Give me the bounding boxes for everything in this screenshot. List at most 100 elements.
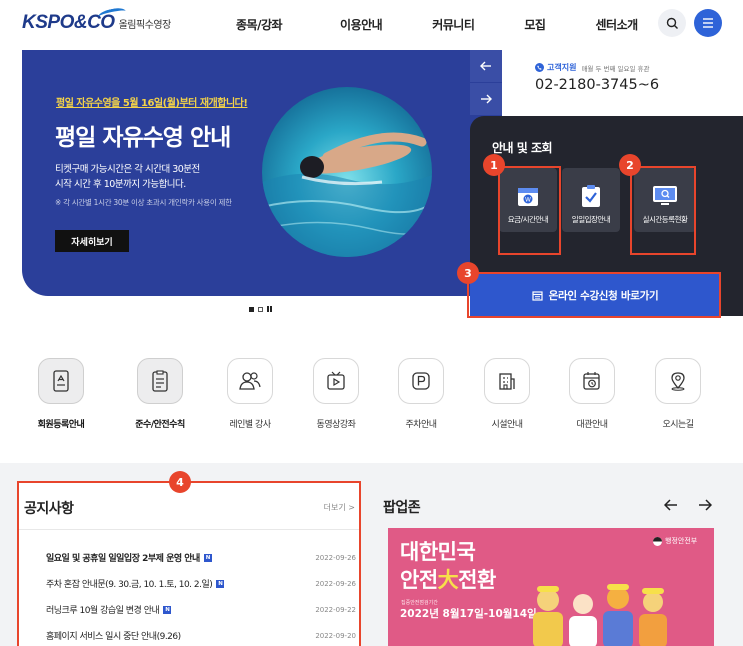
quick-item-membership[interactable]: 회원등록안내 [21,358,101,430]
tile-fee-time[interactable]: W 요금/시간안내 [499,168,557,232]
header: KSPO&CO 올림픽수영장 종목/강좌 이용안내 커뮤니티 모집 센터소개 [0,0,743,50]
popup-zone-title: 팝업존 [383,500,421,516]
logo[interactable]: KSPO&CO 올림픽수영장 [22,6,172,34]
info-panel-title: 안내 및 조회 [492,141,553,155]
notice-row[interactable]: 홈페이지 서비스 일시 중단 안내(9.26) 2022-09-20 [46,629,356,643]
swimmer-photo [262,87,432,257]
new-badge: N [216,579,225,588]
contact-note: 매월 두 번째 일요일 휴관 [581,64,650,73]
hero-prev-button[interactable] [470,50,502,82]
nav-item-about[interactable]: 센터소개 [595,16,638,33]
popup-image-line1: 대한민국 [400,540,476,564]
quick-label: 준수/안전수칙 [135,420,185,430]
popup-banner-image[interactable]: 대한민국 안전大전환 집중안전점검기간 2022년 8월17일-10월14일 행… [388,528,714,646]
menu-button[interactable] [694,9,722,37]
online-registration-label: 온라인 수강신청 바로가기 [548,289,659,302]
notice-row[interactable]: 러닝크루 10월 강습일 변경 안내 N 2022-09-22 [46,603,356,616]
hamburger-icon [703,18,713,28]
ministry-logo: 행정안전부 [653,536,697,546]
arrow-right-icon [699,499,713,511]
notice-row[interactable]: 주차 혼잡 안내문(9. 30.금, 10. 1.토, 10. 2.일) N 20… [46,577,356,590]
quick-label: 회원등록안내 [37,420,85,430]
notice-row[interactable]: 일요일 및 공휴일 일일입장 2부제 운영 안내 N 2022-09-26 [46,551,356,564]
annotation-badge-3: 3 [457,262,479,284]
search-icon [666,17,678,29]
quick-item-safety[interactable]: 준수/안전수칙 [120,358,200,430]
svg-text:W: W [525,196,531,203]
notice-row-title: 일요일 및 공휴일 일일입장 2부제 운영 안내 [46,554,200,564]
tile-label: 일일입장안내 [571,215,611,224]
notice-row-title: 홈페이지 서비스 일시 중단 안내(9.26) [46,632,181,642]
hero-description: 티켓구매 가능시간은 각 시간대 30분전 시작 시간 후 10분까지 가능합니… [55,164,200,190]
pause-icon[interactable] [267,306,272,312]
notice-row-date: 2022-09-26 [315,579,356,588]
nav-item-community[interactable]: 커뮤니티 [432,16,475,33]
quick-item-facilities[interactable]: 시설안내 [467,358,547,430]
divider [19,529,359,530]
hero-pagination [249,306,272,312]
monitor-search-icon [653,186,677,205]
parking-icon [412,372,430,390]
calendar-icon [532,290,543,301]
quick-item-videos[interactable]: 동영상강좌 [296,358,376,430]
hero-banner[interactable]: 평일 자유수영을 5월 16일(월)부터 재개합니다! 평일 자유수영 안내 티… [22,50,502,296]
notice-title: 공지사항 [24,501,74,517]
notice-row-date: 2022-09-20 [315,631,356,640]
calendar-clock-icon [583,372,600,390]
quick-label: 레인별 강사 [229,420,271,430]
hero-next-button[interactable] [470,83,502,115]
quick-item-rental[interactable]: 대관안내 [552,358,632,430]
map-pin-icon [671,372,685,391]
member-card-icon [53,370,69,392]
arrow-right-icon [481,94,492,104]
notice-board: 공지사항 더보기 > 일요일 및 공휴일 일일입장 2부제 운영 안내 N 202… [17,481,361,646]
popup-image-small-text: 집중안전점검기간 [401,600,438,606]
tile-label: 요금/시간안내 [507,215,549,224]
nav-item-courses[interactable]: 종목/강좌 [236,16,283,33]
notice-row-date: 2022-09-22 [315,605,356,614]
pagination-dot-active[interactable] [249,306,254,312]
quick-label: 동영상강좌 [316,420,356,430]
quick-item-instructors[interactable]: 레인별 강사 [210,358,290,430]
users-icon [239,372,261,390]
arrow-left-icon [480,61,491,71]
contact-phone: 02-2180-3745~6 [535,77,660,93]
contact-info: 고객지원 매월 두 번째 일요일 휴관 02-2180-3745~6 [535,62,659,93]
tile-realtime-registration[interactable]: 실시간등록현황 [634,168,696,232]
online-registration-button[interactable]: 온라인 수강신청 바로가기 [470,274,720,316]
popup-next-button[interactable] [698,497,713,516]
main-nav: 종목/강좌 이용안내 커뮤니티 모집 센터소개 [236,16,638,33]
workers-illustration [533,584,667,646]
new-badge: N [163,605,172,614]
contact-label: 고객지원 [547,63,577,72]
tile-label: 실시간등록현황 [642,215,688,224]
hero-detail-button[interactable]: 자세히보기 [55,230,129,252]
notice-more-link[interactable]: 더보기 > [324,502,355,513]
nav-item-recruit[interactable]: 모집 [524,16,546,33]
quick-label: 주차안내 [405,420,437,430]
checklist-icon [152,370,168,392]
quick-menu: 회원등록안내 준수/안전수칙 레인별 강사 동영상강좌 주차안내 시설안내 대관… [0,358,743,438]
tile-daily-entry[interactable]: 일일입장안내 [562,168,620,232]
quick-label: 대관안내 [576,420,608,430]
quick-item-directions[interactable]: 오시는길 [638,358,718,430]
search-button[interactable] [658,9,686,37]
notice-row-title: 러닝크루 10월 강습일 변경 안내 [46,606,160,616]
clipboard-check-icon [582,185,600,207]
new-badge: N [203,553,212,562]
pagination-dot[interactable] [258,306,263,312]
hero-note: ※ 각 시간별 1시간 30분 이상 초과시 개인락카 사용이 제한 [55,198,232,207]
annotation-badge-1: 1 [483,154,505,176]
popup-prev-button[interactable] [663,497,678,516]
phone-icon [535,63,544,72]
popup-image-date: 2022년 8월17일-10월14일 [400,608,537,620]
page: KSPO&CO 올림픽수영장 종목/강좌 이용안내 커뮤니티 모집 센터소개 평… [0,0,743,646]
annotation-badge-4: 4 [169,471,191,493]
calendar-won-icon: W [518,188,538,206]
popup-image-line2: 안전大전환 [400,568,496,592]
nav-item-usage[interactable]: 이용안내 [340,16,383,33]
quick-item-parking[interactable]: 주차안내 [381,358,461,430]
arrow-left-icon [663,499,677,511]
hero-title: 평일 자유수영 안내 [55,125,231,151]
logo-subtitle: 올림픽수영장 [118,20,172,31]
